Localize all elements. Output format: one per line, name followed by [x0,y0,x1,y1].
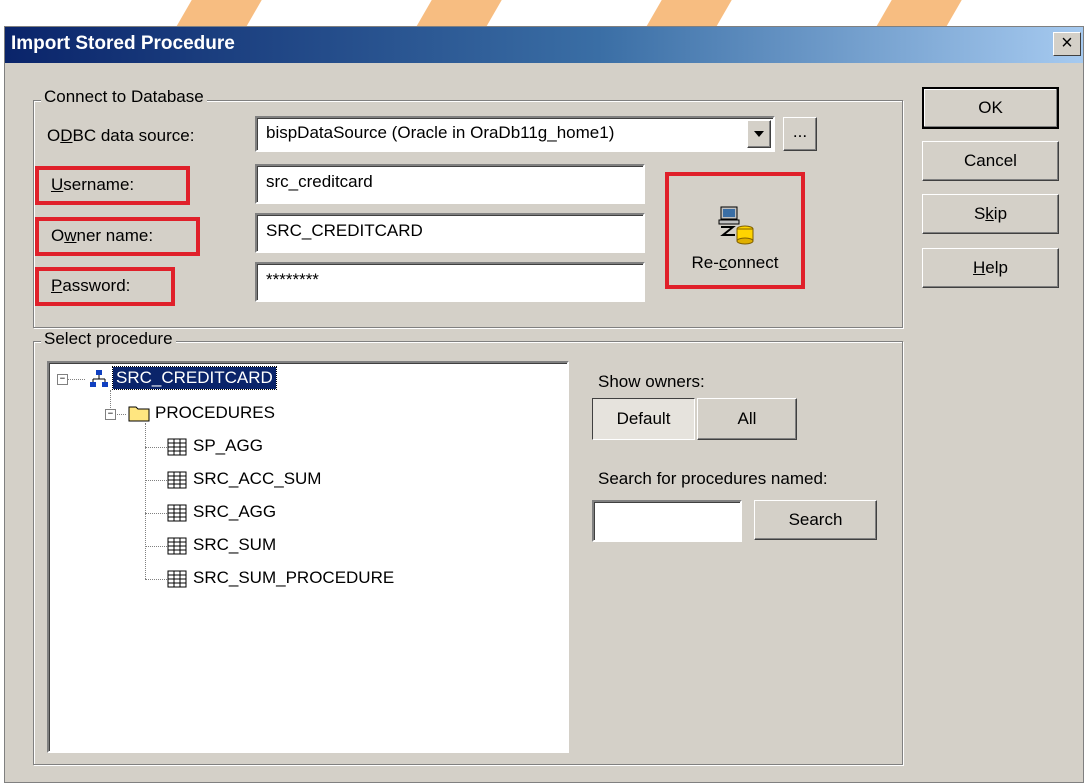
tree-folder-procedures[interactable]: PROCEDURES [155,403,275,423]
dialog-title: Import Stored Procedure [11,33,235,54]
procedure-icon [167,570,187,588]
browse-button[interactable]: ... [783,117,817,151]
tree-root-schema[interactable]: SRC_CREDITCARD [112,366,277,390]
tree-line [145,579,167,580]
procedure-icon [167,537,187,555]
owner-label: Owner name: [51,226,154,245]
procedure-tree[interactable]: − SRC_CREDITCARD − PROCEDURES SP_AGG SRC… [47,361,569,753]
search-input[interactable] [592,500,742,542]
collapse-icon[interactable]: − [105,409,116,420]
procedure-icon [167,471,187,489]
close-button[interactable]: × [1053,32,1081,56]
help-button[interactable]: Help [922,248,1059,288]
import-stored-procedure-dialog: Import Stored Procedure × Connect to Dat… [4,26,1084,783]
tree-line [145,546,167,547]
select-legend: Select procedure [41,329,176,349]
tree-item-procedure[interactable]: SRC_ACC_SUM [193,469,321,489]
reconnect-label: Re-connect [691,253,779,272]
procedure-icon [167,438,187,456]
tree-item-procedure[interactable]: SP_AGG [193,436,263,456]
ok-button[interactable]: OK [922,87,1059,129]
watermark-banner [0,0,1086,26]
search-label: Search for procedures named: [598,469,828,488]
all-owners-button[interactable]: All [697,398,797,440]
collapse-icon[interactable]: − [57,374,68,385]
connect-legend: Connect to Database [41,87,207,107]
procedure-icon [167,504,187,522]
default-owners-button[interactable]: Default [592,398,695,440]
username-label: Username: [51,175,135,194]
chevron-down-icon [754,131,764,137]
tree-line [145,480,167,481]
title-bar: Import Stored Procedure × [5,27,1083,63]
close-icon: × [1061,32,1073,54]
dropdown-arrow-button[interactable] [747,120,771,148]
tree-line [67,379,85,380]
password-label: Password: [51,276,131,295]
odbc-value: bispDataSource (Oracle in OraDb11g_home1… [266,123,615,142]
owner-input[interactable]: SRC_CREDITCARD [255,213,645,253]
tree-item-procedure[interactable]: SRC_SUM_PROCEDURE [193,568,394,588]
search-button[interactable]: Search [754,500,877,540]
cancel-button[interactable]: Cancel [922,141,1059,181]
tree-item-procedure[interactable]: SRC_AGG [193,502,276,522]
show-owners-label: Show owners: [598,372,705,391]
folder-icon [128,406,150,422]
odbc-dropdown[interactable]: bispDataSource (Oracle in OraDb11g_home1… [255,116,775,152]
reconnect-button[interactable]: Re-connect [672,179,798,282]
odbc-label: ODBC data source: [47,126,195,145]
username-input[interactable]: src_creditcard [255,164,645,204]
tree-line [145,447,167,448]
password-input[interactable]: ******** [255,262,645,302]
schema-icon [90,370,108,387]
skip-button[interactable]: Skip [922,194,1059,234]
tree-item-procedure[interactable]: SRC_SUM [193,535,276,555]
tree-line [145,513,167,514]
database-connect-icon [718,206,754,245]
